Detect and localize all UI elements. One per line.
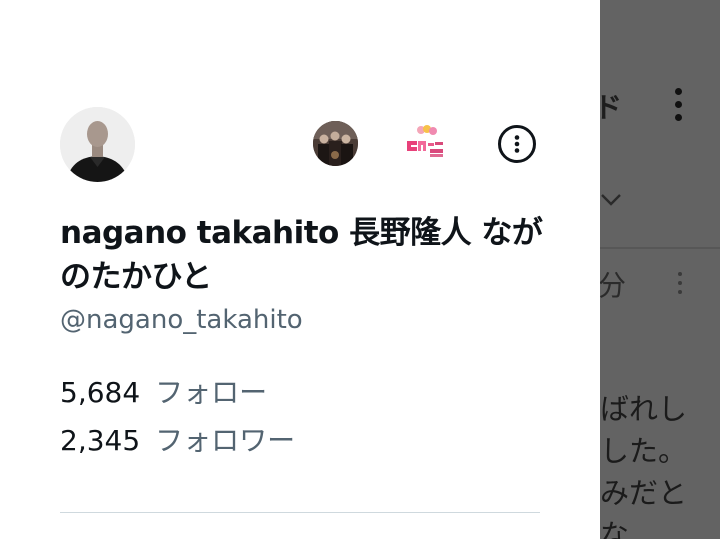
profile-avatar[interactable] xyxy=(60,107,135,182)
chevron-down-icon xyxy=(600,188,622,213)
post-more-icon[interactable] xyxy=(678,272,684,298)
profile-display-name[interactable]: nagano takahito 長野隆人 ながのたかひと xyxy=(60,211,550,299)
background-text-line: な xyxy=(600,518,630,539)
switch-account-avatar[interactable] xyxy=(403,121,448,166)
background-text-line: ばれし xyxy=(600,392,688,426)
profile-handle[interactable]: @nagano_takahito xyxy=(60,305,303,335)
followers-count: 2,345 xyxy=(60,424,141,457)
background-text-line: した。 xyxy=(600,434,688,468)
avatar-photo-icon xyxy=(60,107,135,182)
background-post-text: ばれし した。 みだと な xyxy=(600,388,687,539)
following-count: 5,684 xyxy=(60,376,141,409)
background-page-overlay[interactable]: ド 分 ばれし した。 みだと な xyxy=(600,0,720,539)
following-label: フォロー xyxy=(155,376,268,409)
switch-account-avatar[interactable] xyxy=(313,121,358,166)
background-time-fragment: 分 xyxy=(600,269,627,302)
logo-icon xyxy=(403,121,448,166)
background-title-fragment: ド xyxy=(600,91,623,124)
account-drawer: nagano takahito 長野隆人 ながのたかひと @nagano_tak… xyxy=(0,0,600,539)
more-options-icon xyxy=(514,135,520,153)
followers-label: フォロワー xyxy=(155,424,296,457)
group-photo-icon xyxy=(313,121,358,166)
more-options-button[interactable] xyxy=(498,125,536,163)
background-divider xyxy=(600,247,720,249)
kebab-menu-icon[interactable] xyxy=(667,88,689,128)
drawer-divider xyxy=(60,512,540,513)
following-link[interactable]: 5,684 フォロー xyxy=(60,371,267,411)
background-text-line: みだと xyxy=(600,476,688,510)
followers-link[interactable]: 2,345 フォロワー xyxy=(60,419,295,459)
